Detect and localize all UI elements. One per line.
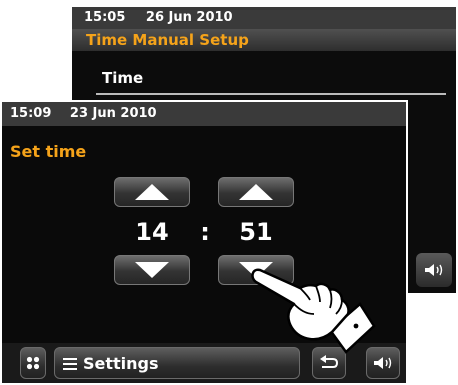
menu-item-time[interactable]: Time: [102, 69, 143, 87]
hours-up-button[interactable]: [114, 177, 190, 207]
time-separator: :: [200, 218, 210, 246]
list-icon: [63, 358, 77, 370]
minutes-up-button[interactable]: [218, 177, 294, 207]
back-status-time: 15:05: [84, 10, 126, 25]
hours-down-button[interactable]: [114, 255, 190, 285]
back-screen-title: Time Manual Setup: [72, 29, 456, 51]
settings-menu-label: Settings: [83, 354, 159, 373]
triangle-up-icon: [239, 184, 273, 200]
speaker-icon: [425, 264, 443, 276]
hours-value: 14: [135, 218, 169, 246]
back-status-bar: 15:05 26 Jun 2010: [72, 7, 456, 29]
back-volume-button[interactable]: [416, 253, 452, 287]
pointing-hand-icon: [251, 268, 376, 354]
page-title: Set time: [10, 142, 87, 161]
back-status-date: 26 Jun 2010: [145, 10, 233, 25]
triangle-up-icon: [135, 184, 169, 200]
minutes-value: 51: [239, 218, 273, 246]
grid-icon: [26, 356, 40, 370]
front-status-date: 23 Jun 2010: [69, 106, 157, 121]
menu-item-divider: [96, 93, 446, 95]
home-button[interactable]: [20, 347, 46, 379]
front-status-time: 15:09: [10, 106, 52, 121]
front-status-bar: 15:09 23 Jun 2010: [2, 102, 406, 126]
triangle-down-icon: [135, 262, 169, 278]
